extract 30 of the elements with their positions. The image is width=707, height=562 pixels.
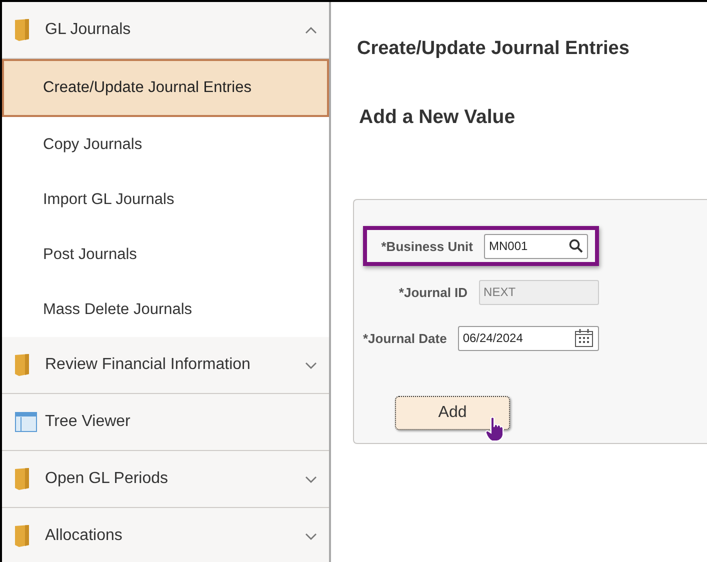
folder-icon [15,468,29,490]
add-button[interactable]: Add [395,396,510,430]
caret-down-icon[interactable] [305,360,317,370]
input-field: NEXT [478,280,599,304]
sidebar-section[interactable]: Open GL Periods [2,451,329,508]
caret-up-icon[interactable] [305,26,317,34]
sidebar-section[interactable]: Allocations [2,508,329,562]
window-icon [15,412,37,432]
sidebar-item[interactable]: Create/Update Journal Entries [2,59,329,117]
sidebar-section[interactable]: Tree Viewer [2,394,329,451]
input-field[interactable]: MN001 [484,234,588,258]
page-title: Create/Update Journal Entries [357,38,630,60]
folder-icon [15,525,29,547]
field-label: *Journal Date [363,330,448,346]
sidebar-item[interactable]: Mass Delete Journals [2,282,329,337]
search-icon[interactable] [569,239,583,253]
folder-icon [15,354,29,376]
caret-down-icon[interactable] [305,532,317,540]
section-heading: Add a New Value [359,106,516,129]
input-field[interactable]: 06/24/2024 [458,326,599,350]
field-label: *Business Unit [380,238,474,254]
sidebar-item[interactable]: Import GL Journals [2,172,329,227]
field-label: *Journal ID [398,284,469,300]
sidebar-item[interactable]: Copy Journals [2,117,329,172]
sidebar-section[interactable]: Review Financial Information [2,337,329,394]
calendar-icon[interactable] [574,328,594,348]
folder-icon [15,19,29,41]
caret-down-icon[interactable] [305,474,317,484]
sidebar-section[interactable]: GL Journals [2,2,329,59]
sidebar-item[interactable]: Post Journals [2,227,329,282]
